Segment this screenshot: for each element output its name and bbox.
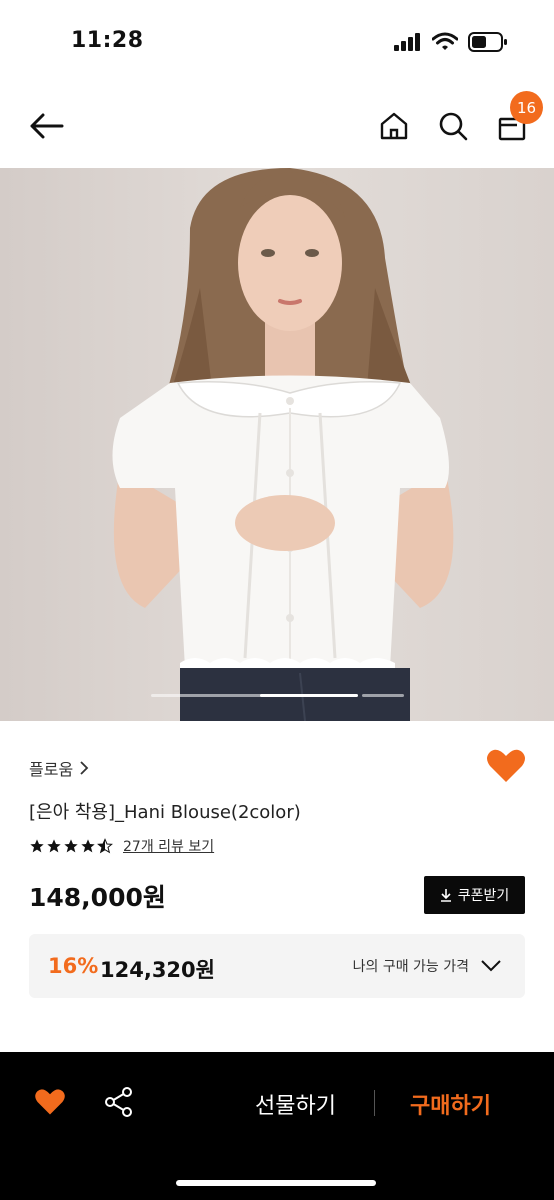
- chevron-down-icon: [481, 960, 501, 972]
- search-button[interactable]: [431, 104, 475, 148]
- product-image[interactable]: [0, 168, 554, 721]
- half-star-icon: [97, 838, 113, 854]
- share-icon: [105, 1087, 132, 1117]
- discounted-price: 124,320원: [100, 958, 215, 982]
- brand-link[interactable]: 플로움: [29, 756, 89, 780]
- download-icon: [440, 889, 451, 902]
- status-icons: [394, 32, 508, 56]
- back-button[interactable]: [24, 104, 68, 148]
- divider: [374, 1090, 375, 1116]
- chevron-right-icon: [80, 761, 89, 775]
- bottom-action-bar: [0, 1052, 554, 1200]
- buy-button[interactable]: 구매하기: [410, 1088, 491, 1120]
- original-price: 148,000원: [29, 883, 166, 912]
- star-icon: [81, 839, 95, 853]
- wifi-icon: [431, 32, 459, 56]
- discount-percent: 16%: [48, 954, 99, 978]
- heart-icon: [35, 1089, 65, 1115]
- battery-icon: [468, 32, 508, 56]
- home-indicator: [176, 1180, 376, 1186]
- signal-icon: [394, 33, 422, 55]
- header: [0, 84, 554, 168]
- carousel-indicator-active: [260, 694, 358, 697]
- home-icon: [380, 112, 408, 140]
- my-price-toggle[interactable]: 나의 구매 가능 가격: [353, 956, 501, 976]
- star-icon: [30, 839, 44, 853]
- share-button[interactable]: [104, 1086, 134, 1122]
- review-link[interactable]: 27개 리뷰 보기: [123, 836, 214, 856]
- search-icon: [439, 112, 468, 141]
- home-button[interactable]: [372, 104, 416, 148]
- coupon-label: 쿠폰받기: [457, 888, 510, 904]
- cart-count-badge: 16: [510, 91, 543, 124]
- product-title: [은아 착용]_Hani Blouse(2color): [29, 802, 301, 823]
- status-time: 11:28: [71, 28, 144, 53]
- coupon-button[interactable]: 쿠폰받기: [424, 876, 525, 914]
- carousel-indicator-3: [362, 694, 404, 697]
- arrow-left-icon: [30, 113, 64, 139]
- star-icon: [47, 839, 61, 853]
- bottom-wishlist-button[interactable]: [34, 1088, 66, 1120]
- wishlist-button[interactable]: [486, 748, 526, 788]
- status-bar: 11:28: [0, 0, 554, 84]
- gift-button[interactable]: 선물하기: [255, 1088, 336, 1120]
- brand-name: 플로움: [29, 760, 74, 779]
- heart-icon: [487, 749, 525, 782]
- discount-box[interactable]: 16% 124,320원 나의 구매 가능 가격: [29, 934, 525, 998]
- rating-row: 27개 리뷰 보기: [29, 836, 214, 856]
- star-icon: [64, 839, 78, 853]
- my-price-label: 나의 구매 가능 가격: [352, 959, 469, 975]
- star-rating: [29, 838, 113, 854]
